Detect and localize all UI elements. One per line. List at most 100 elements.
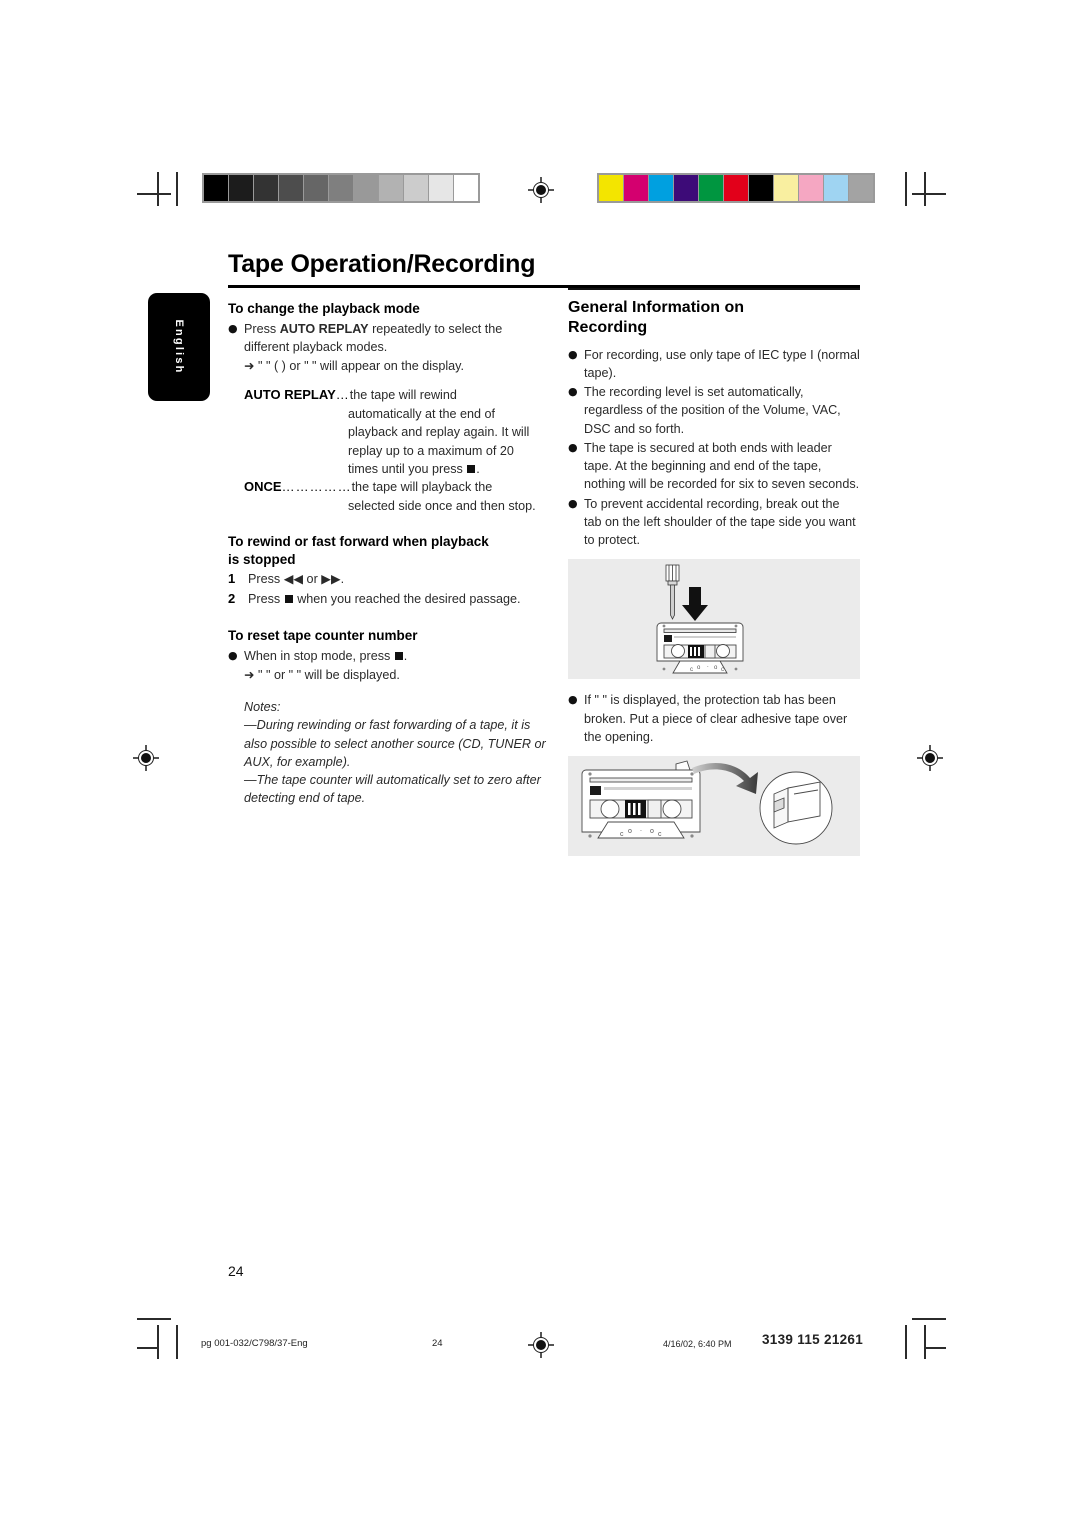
bullet-text: When in stop mode, press . bbox=[244, 647, 546, 665]
color-swatch-8 bbox=[799, 175, 823, 201]
crop-mark-bottom-right-v2 bbox=[905, 1325, 907, 1359]
crop-mark-top-right-h bbox=[912, 193, 946, 195]
mode-description-cont: selected side once and then stop. bbox=[348, 498, 536, 513]
list-item: ● Press AUTO REPLAY repeatedly to select… bbox=[228, 320, 546, 357]
display-result-line: ➜ " " ( ) or " " will appear on the disp… bbox=[244, 359, 464, 374]
list-item: ● When in stop mode, press . bbox=[228, 647, 546, 665]
notes-label: Notes: bbox=[244, 700, 281, 715]
mode-description-cont-stop: times until you press . bbox=[348, 460, 546, 478]
figure-tab-detail: c o . o c bbox=[568, 756, 860, 857]
crop-mark-bottom-right-h2 bbox=[924, 1347, 946, 1349]
registration-mark-bottom-center bbox=[528, 1332, 554, 1358]
crop-mark-top-left-v2 bbox=[176, 172, 178, 206]
bullet-text: For recording, use only tape of IEC type… bbox=[584, 347, 860, 380]
grayscale-swatch-5 bbox=[329, 175, 353, 201]
footer-file-name: pg 001-032/C798/37-Eng bbox=[201, 1338, 308, 1349]
bullet-text: Press AUTO REPLAY repeatedly to select t… bbox=[244, 320, 546, 357]
grayscale-swatch-6 bbox=[354, 175, 378, 201]
crop-mark-bottom-right-v bbox=[924, 1325, 926, 1359]
crop-mark-bottom-left-h bbox=[137, 1318, 171, 1320]
step-text-post: when you reached the desired passage. bbox=[293, 592, 521, 607]
step-number: 2 bbox=[228, 591, 236, 607]
mode-name-auto-replay: AUTO REPLAY bbox=[244, 387, 336, 403]
auto-replay-button-name: AUTO REPLAY bbox=[279, 321, 369, 336]
footer-page-number: 24 bbox=[432, 1338, 443, 1349]
press-label: Press bbox=[244, 321, 280, 336]
right-column: General Information on Recording ● For r… bbox=[568, 288, 860, 857]
svg-text:o: o bbox=[650, 828, 654, 835]
svg-text:c: c bbox=[690, 667, 693, 673]
grayscale-swatch-4 bbox=[304, 175, 328, 201]
stop-mode-label: When in stop mode, press bbox=[244, 648, 394, 663]
crop-mark-bottom-left-v2 bbox=[176, 1325, 178, 1359]
period-label: . bbox=[476, 461, 480, 476]
list-item: 2 Press when you reached the desired pas… bbox=[228, 590, 546, 609]
playback-mode-definitions: AUTO REPLAY … the tape will rewind autom… bbox=[244, 386, 546, 515]
page-number: 24 bbox=[228, 1263, 244, 1279]
grayscale-calibration-bar bbox=[202, 173, 480, 203]
bullet-icon: ● bbox=[228, 321, 238, 335]
heading-line-2: is stopped bbox=[228, 551, 296, 567]
counter-display-line: ➜ " " or " " will be displayed. bbox=[244, 667, 400, 682]
section-rule bbox=[568, 288, 860, 290]
grayscale-swatch-1 bbox=[229, 175, 253, 201]
color-calibration-bar bbox=[597, 173, 875, 203]
mode-description: the tape will rewind bbox=[349, 388, 457, 403]
bullet-icon: ● bbox=[228, 648, 238, 662]
bullet-icon: ● bbox=[568, 693, 578, 707]
bullet-text: To prevent accidental recording, break o… bbox=[584, 496, 856, 548]
list-item: ● The recording level is set automatical… bbox=[568, 383, 860, 438]
grayscale-swatch-9 bbox=[429, 175, 453, 201]
protection-note-text: If " " is displayed, the protection tab … bbox=[584, 693, 848, 744]
svg-text:c: c bbox=[721, 667, 724, 673]
grayscale-swatch-7 bbox=[379, 175, 403, 201]
step-number: 1 bbox=[228, 571, 236, 587]
color-swatch-10 bbox=[849, 175, 873, 201]
grayscale-swatch-3 bbox=[279, 175, 303, 201]
color-swatch-7 bbox=[774, 175, 798, 201]
color-swatch-0 bbox=[599, 175, 623, 201]
crop-mark-bottom-right-h bbox=[912, 1318, 946, 1320]
manual-page: Tape Operation/Recording English To chan… bbox=[0, 0, 1080, 1527]
leader-dots: …………… bbox=[281, 479, 352, 495]
color-swatch-2 bbox=[649, 175, 673, 201]
svg-text:c: c bbox=[658, 831, 662, 838]
language-tab: English bbox=[148, 293, 210, 401]
step-text: Press when you reached the desired passa… bbox=[248, 590, 546, 608]
language-tab-label: English bbox=[173, 319, 185, 375]
stop-square-icon bbox=[394, 651, 403, 660]
grayscale-swatch-10 bbox=[454, 175, 478, 201]
grayscale-swatch-8 bbox=[404, 175, 428, 201]
note-item: —The tape counter will automatically set… bbox=[244, 773, 541, 806]
mode-name-once: ONCE bbox=[244, 479, 282, 495]
crop-mark-top-left-h bbox=[137, 193, 171, 195]
color-swatch-9 bbox=[824, 175, 848, 201]
bullet-icon: ● bbox=[568, 347, 578, 361]
bullet-icon: ● bbox=[568, 385, 578, 399]
list-item: ● If " " is displayed, the protection ta… bbox=[568, 691, 860, 746]
list-item: ● For recording, use only tape of IEC ty… bbox=[568, 346, 860, 383]
crop-mark-bottom-left-h2 bbox=[137, 1347, 159, 1349]
figure-break-out-tab: c o . o c bbox=[568, 559, 860, 680]
crop-mark-top-right-v2 bbox=[905, 172, 907, 206]
left-column: To change the playback mode ● Press AUTO… bbox=[228, 300, 546, 808]
press-until-label: times until you press bbox=[348, 461, 467, 476]
color-swatch-4 bbox=[699, 175, 723, 201]
svg-text:c: c bbox=[620, 831, 624, 838]
bullet-icon: ● bbox=[568, 496, 578, 510]
bullet-icon: ● bbox=[568, 440, 578, 454]
notes-block: Notes: —During rewinding or fast forward… bbox=[244, 698, 546, 808]
list-item: 1 Press ◀◀ or ▶▶. bbox=[228, 570, 546, 589]
page-title: Tape Operation/Recording bbox=[228, 250, 536, 278]
period-label: . bbox=[403, 648, 408, 663]
bullet-text: The tape is secured at both ends with le… bbox=[584, 440, 860, 492]
list-item: ● To prevent accidental recording, break… bbox=[568, 495, 860, 550]
color-swatch-6 bbox=[749, 175, 773, 201]
heading-change-playback-mode: To change the playback mode bbox=[228, 301, 420, 316]
color-swatch-5 bbox=[724, 175, 748, 201]
heading-reset-tape-counter: To reset tape counter number bbox=[228, 628, 418, 644]
color-swatch-1 bbox=[624, 175, 648, 201]
mode-description-cont: automatically at the end of bbox=[348, 407, 496, 422]
heading-line-1: General Information on bbox=[568, 298, 745, 316]
svg-text:.: . bbox=[640, 826, 642, 833]
